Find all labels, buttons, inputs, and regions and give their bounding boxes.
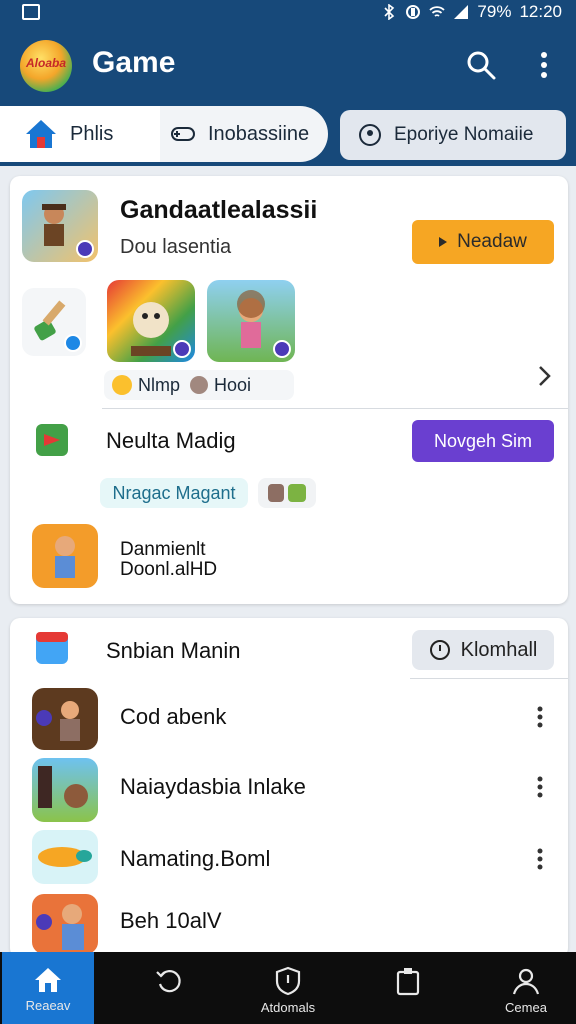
nav-achievements[interactable]: Atdomals: [240, 952, 336, 1024]
divider: [102, 408, 568, 409]
list-item-label: Namating.Boml: [120, 846, 271, 871]
category-pill[interactable]: Nragac Magant: [100, 478, 248, 508]
nav-label: Reaeav: [25, 998, 71, 1013]
game-thumbnail: [32, 830, 98, 884]
tab-label: Phlis: [70, 122, 114, 145]
home-icon: [26, 120, 56, 148]
logo-icon: [38, 847, 92, 867]
nav-label: Atdomals: [260, 1000, 316, 1015]
status-bar: 79% 12:20: [0, 0, 576, 26]
button-label: Novgeh Sim: [433, 430, 533, 451]
more-options-icon[interactable]: [536, 848, 544, 870]
play-icon: [439, 237, 448, 247]
clock: 12:20: [519, 2, 562, 21]
nav-profile[interactable]: Cemea: [478, 952, 574, 1024]
button-label: Neadaw: [457, 231, 527, 252]
game-thumbnail: [32, 688, 98, 750]
history-icon: [156, 970, 181, 993]
character-icon: [36, 701, 80, 741]
item-line: Doonl.alHD: [120, 559, 218, 580]
game-thumbnail[interactable]: [207, 280, 295, 362]
character-icon: [268, 484, 284, 502]
app-title: Game: [92, 46, 176, 79]
nav-label: Cemea: [505, 1000, 547, 1015]
list-item-label: Cod abenk: [120, 704, 227, 729]
list-title: Snbian Manin: [106, 638, 241, 663]
profile-icon: [512, 968, 540, 995]
tag-label[interactable]: Nlmp: [138, 375, 180, 396]
featured-game-card: Gandaatlealassii Dou lasentia Neadaw Nlm…: [10, 176, 568, 604]
app-logo-text: Aloaba: [25, 56, 66, 70]
game-thumbnail[interactable]: [22, 190, 98, 262]
more-options-icon[interactable]: [536, 50, 552, 80]
button-label: Klomhall: [460, 638, 538, 661]
home-icon: [35, 968, 61, 992]
character-icon: [55, 536, 75, 578]
section-icon: [36, 424, 68, 456]
notification-icon: [22, 4, 40, 20]
card-title: Gandaatlealassii: [120, 196, 318, 224]
nav-home[interactable]: Reaeav: [2, 952, 94, 1024]
item-title: Danmienlt Doonl.alHD: [120, 540, 217, 580]
shield-icon: [275, 966, 301, 996]
info-icon: [429, 640, 450, 660]
pill-label: Nragac Magant: [112, 482, 236, 503]
badge-icon: [64, 334, 82, 352]
tab-bar: Inobassiine Phlis Eporiye Nomaiie: [0, 106, 576, 166]
game-thumbnail: [32, 894, 98, 954]
section-title: Neulta Madig: [106, 428, 236, 453]
character-icon: [36, 904, 84, 950]
tab-label: Eporiye Nomaiie: [394, 124, 534, 145]
game-thumbnail[interactable]: [107, 280, 195, 362]
tab-phlis[interactable]: Phlis: [0, 106, 160, 162]
clipboard-icon: [396, 968, 420, 996]
battery-level: 79%: [477, 2, 512, 21]
app-bar: Aloaba Game: [0, 26, 576, 106]
tag-avatar-icon: [112, 375, 132, 395]
icon-pill[interactable]: [258, 478, 316, 508]
list-section-icon: [36, 632, 68, 664]
game-list-card: Snbian Manin Klomhall Cod abenk Naiaydas…: [10, 618, 568, 958]
tab-eporiye-nomaiie[interactable]: Eporiye Nomaiie: [340, 110, 566, 160]
tag-label[interactable]: Hooi: [214, 375, 251, 396]
list-item-label: Naiaydasbia Inlake: [120, 774, 306, 799]
signal-icon: [454, 5, 469, 19]
tab-label: Inobassiine: [208, 122, 310, 145]
item-line: Danmienlt: [120, 539, 206, 560]
primary-action-button[interactable]: Neadaw: [412, 220, 554, 264]
chevron-right-icon[interactable]: [536, 364, 552, 388]
badge-icon: [273, 340, 291, 358]
controller-icon: [171, 127, 195, 141]
game-thumbnail[interactable]: [32, 524, 98, 588]
app-logo: Aloaba: [20, 40, 72, 92]
wifi-icon: [429, 6, 446, 17]
list-action-button[interactable]: Klomhall: [412, 630, 554, 670]
card-subtitle: Dou lasentia: [120, 236, 232, 258]
character-icon: [38, 766, 88, 808]
bottom-navigation: Reaeav Atdomals Cemea: [0, 952, 576, 1024]
search-icon[interactable]: [466, 50, 496, 80]
tag-avatar-icon: [190, 376, 209, 394]
tag-row: Nlmp Hooi: [104, 370, 294, 400]
tool-thumbnail[interactable]: [22, 288, 86, 356]
sync-icon: [406, 5, 421, 19]
badge-icon: [76, 240, 94, 258]
nav-library[interactable]: [360, 952, 456, 1024]
nav-history[interactable]: [120, 952, 216, 1024]
tab-inobassiine[interactable]: Inobassiine: [150, 106, 328, 162]
divider: [410, 678, 568, 679]
secondary-action-button[interactable]: Novgeh Sim: [412, 420, 554, 462]
game-thumbnail: [32, 758, 98, 822]
list-item-label: Beh 10alV: [120, 908, 222, 933]
location-icon: [359, 124, 381, 146]
more-options-icon[interactable]: [536, 776, 544, 798]
badge-icon: [173, 340, 191, 358]
more-options-icon[interactable]: [536, 706, 544, 728]
cube-icon: [288, 484, 306, 502]
bluetooth-icon: [384, 4, 395, 20]
